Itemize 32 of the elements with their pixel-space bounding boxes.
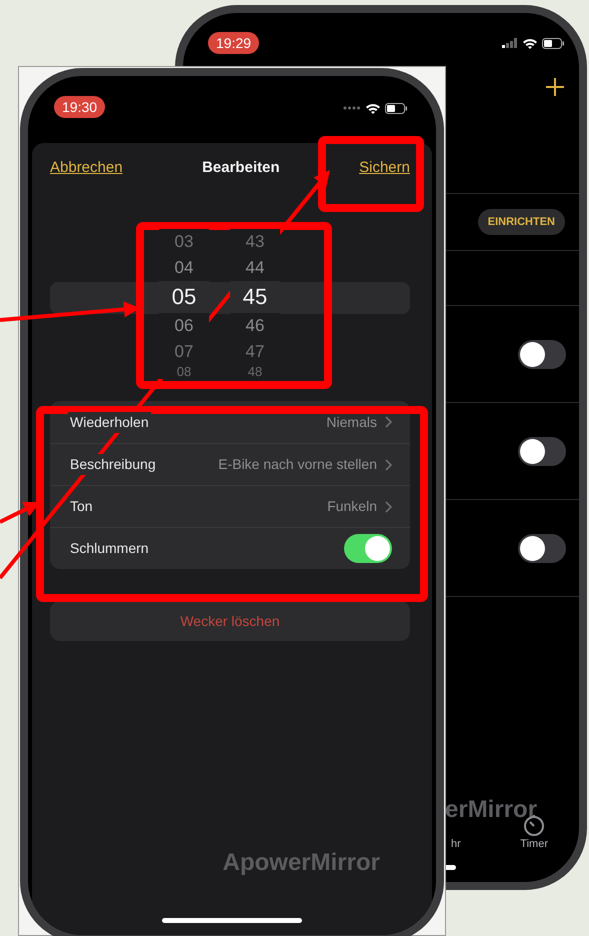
picker-value[interactable]: 43 [230, 229, 280, 255]
setting-value[interactable]: Niemals [326, 412, 377, 432]
watermark-text: ApowerMirror [222, 848, 380, 878]
tab-label[interactable]: Timer [520, 836, 548, 852]
chevron-icon [385, 458, 392, 470]
signal-dots-icon [343, 106, 361, 110]
toggle-switch[interactable] [344, 534, 392, 563]
setting-value[interactable]: E-Bike nach vorne stellen [218, 454, 377, 475]
picker-value[interactable]: 06 [159, 313, 209, 339]
tab-label[interactable]: hr [451, 836, 461, 852]
toggle-switch[interactable] [518, 436, 566, 466]
battery-icon [385, 102, 408, 114]
status-time: 19:29 [208, 32, 260, 54]
status-time: 19:30 [54, 96, 106, 118]
cancel-link[interactable]: Abbrechen [50, 156, 123, 180]
setting-label: Wiederholen [68, 412, 151, 432]
save-link[interactable]: Sichern [359, 156, 410, 180]
setting-label: Beschreibung [68, 454, 158, 475]
signal-icon [502, 38, 518, 48]
wifi-icon [522, 37, 538, 49]
chevron-icon [385, 416, 392, 428]
toggle-switch[interactable] [518, 340, 566, 368]
watermark-text: erMirror [445, 794, 538, 824]
sheet-title: Bearbeiten [202, 158, 280, 178]
wifi-icon [365, 102, 381, 114]
setup-button[interactable]: EINRICHTEN [478, 208, 565, 236]
battery-icon [542, 38, 565, 48]
delete-button[interactable]: Wecker löschen [50, 601, 410, 641]
toggle-switch[interactable] [518, 534, 566, 562]
setting-value[interactable]: Funkeln [327, 496, 377, 517]
plus-icon [545, 76, 565, 96]
chevron-icon [385, 500, 392, 512]
